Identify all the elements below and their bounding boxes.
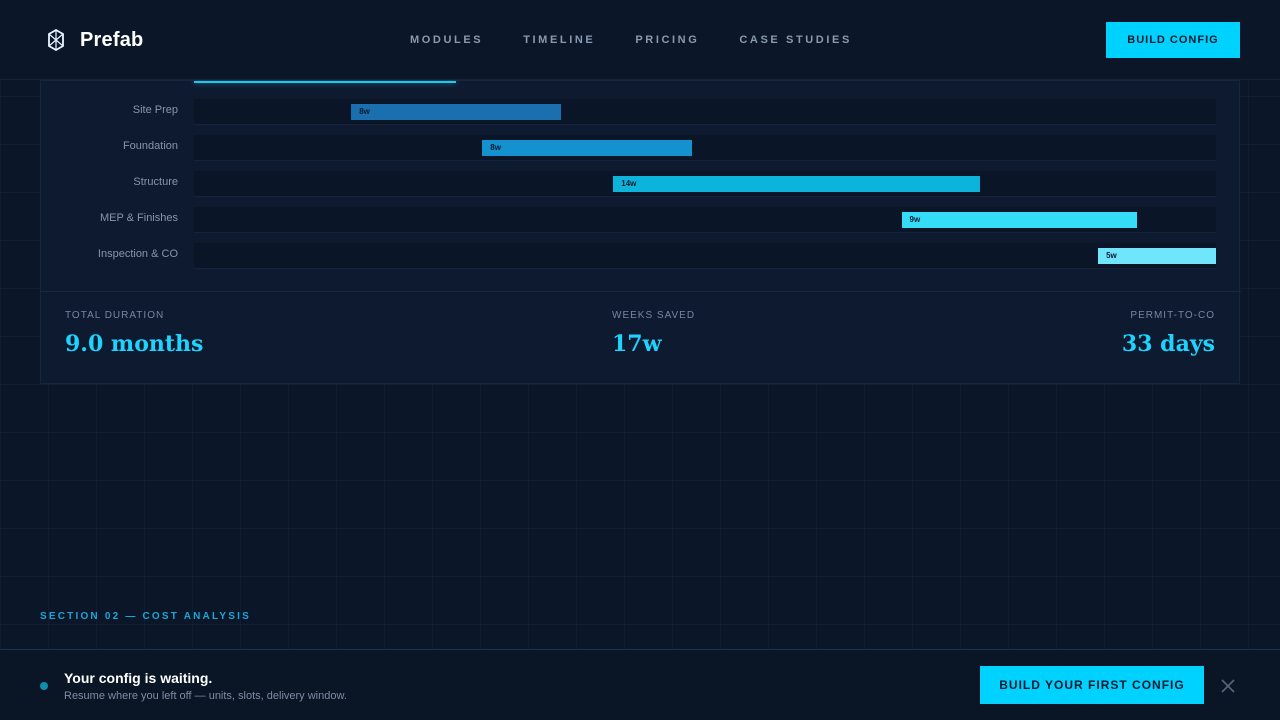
active-tab-indicator (194, 81, 456, 83)
timeline-row: MEP & Finishes 9w (41, 202, 1241, 238)
status-dot (40, 682, 48, 690)
phase-track: 9w (194, 207, 1216, 233)
stats-divider (41, 291, 1241, 292)
banner-title: Your config is waiting. (64, 670, 213, 686)
top-header: Prefab MODULES TIMELINE PRICING CASE STU… (0, 0, 1280, 80)
brand-logo[interactable]: Prefab (46, 28, 143, 52)
phase-label: MEP & Finishes (99, 212, 178, 224)
timeline-row: Foundation 8w (41, 130, 1241, 166)
phase-track: 8w (194, 99, 1216, 125)
phase-label: Structure (133, 176, 178, 188)
phase-label: Site Prep (132, 104, 178, 116)
stat-value: 33 days (1121, 331, 1215, 357)
hexagon-logo-icon (48, 28, 64, 52)
main-nav: MODULES TIMELINE PRICING CASE STUDIES (410, 34, 892, 46)
phase-track: 5w (194, 243, 1216, 269)
build-first-config-button[interactable]: BUILD YOUR FIRST CONFIG (980, 666, 1204, 704)
timeline-row: Site Prep 8w (41, 94, 1241, 130)
timeline-panel: Site Prep 8w Foundation 8w Structure 14w… (40, 80, 1241, 384)
phase-bar[interactable]: 5w (1098, 248, 1216, 264)
brand-name: Prefab (80, 28, 144, 51)
stat-weeks-saved: WEEKS SAVED 17w (612, 310, 695, 357)
config-banner: Your config is waiting. Resume where you… (0, 649, 1280, 720)
build-config-button[interactable]: BUILD CONFIG (1106, 22, 1240, 58)
nav-item-timeline[interactable]: TIMELINE (523, 34, 595, 46)
stat-permit-to-co: PERMIT-TO-CO 33 days (1122, 310, 1215, 357)
phase-bar[interactable]: 14w (613, 176, 981, 192)
stat-value: 9.0 months (65, 331, 204, 357)
banner-subtitle: Resume where you left off — units, slots… (64, 690, 347, 702)
stat-label: PERMIT-TO-CO (1130, 310, 1215, 321)
close-icon[interactable] (1220, 678, 1236, 694)
nav-item-pricing[interactable]: PRICING (635, 34, 699, 46)
nav-item-modules[interactable]: MODULES (410, 34, 483, 46)
stat-value: 17w (612, 331, 662, 357)
phase-bar[interactable]: 8w (351, 104, 561, 120)
phase-label: Inspection & CO (97, 248, 178, 260)
phase-track: 14w (194, 171, 1216, 197)
phase-track: 8w (194, 135, 1216, 161)
timeline-row: Structure 14w (41, 166, 1241, 202)
phase-bar[interactable]: 9w (901, 212, 1138, 228)
nav-item-case-studies[interactable]: CASE STUDIES (739, 34, 852, 46)
phase-label: Foundation (122, 140, 178, 152)
timeline-row: Inspection & CO 5w (41, 238, 1241, 274)
phase-bar[interactable]: 8w (482, 140, 692, 156)
stat-label: WEEKS SAVED (612, 310, 696, 321)
stat-total-duration: TOTAL DURATION 9.0 months (65, 310, 203, 357)
section-label: SECTION 02 — COST ANALYSIS (40, 611, 251, 622)
stat-label: TOTAL DURATION (65, 310, 165, 321)
